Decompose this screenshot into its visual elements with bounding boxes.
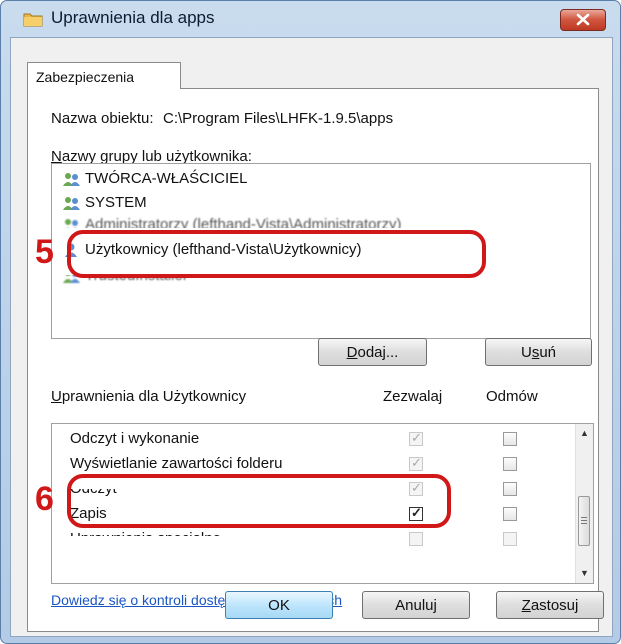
close-icon xyxy=(576,13,590,26)
permissions-header: Uprawnienia dla Użytkownicy xyxy=(51,388,247,405)
deny-checkbox[interactable] xyxy=(503,482,517,496)
tab-security[interactable]: Zabezpieczenia xyxy=(27,62,181,89)
object-name-value: C:\Program Files\LHFK-1.9.5\apps xyxy=(163,110,394,127)
group-name: TWÓRCA-WŁAŚCICIEL xyxy=(85,170,248,187)
window-title: Uprawnienia dla apps xyxy=(51,8,215,27)
deny-checkbox[interactable] xyxy=(503,507,517,521)
permission-name: Wyświetlanie zawartości folderu xyxy=(70,455,283,472)
annotation-number: 5 xyxy=(35,233,54,271)
permission-name: Uprawnienia specjalne xyxy=(70,530,221,547)
deny-checkbox[interactable] xyxy=(503,432,517,446)
scrollbar-thumb[interactable] xyxy=(578,496,590,546)
allow-checkbox[interactable]: ✓ xyxy=(409,455,423,471)
folder-icon xyxy=(23,13,43,27)
allow-checkbox[interactable] xyxy=(409,532,423,546)
list-item[interactable]: SYSTEM xyxy=(62,194,147,216)
users-icon xyxy=(63,173,80,187)
remove-button[interactable]: Usuń xyxy=(485,338,592,366)
cancel-button[interactable]: Anuluj xyxy=(362,591,470,619)
allow-column-header: Zezwalaj xyxy=(383,388,443,405)
permissions-scrollbar[interactable]: ▲ ▼ xyxy=(575,424,593,583)
dialog-client-area: Zabezpieczenia Nazwa obiektu: C:\Program… xyxy=(10,37,613,637)
close-button[interactable] xyxy=(560,9,606,31)
apply-button[interactable]: Zastosuj xyxy=(496,591,604,619)
add-button[interactable]: Dodaj... xyxy=(318,338,427,366)
group-name: SYSTEM xyxy=(85,194,147,211)
deny-checkbox[interactable] xyxy=(503,457,517,471)
permission-name: Odczyt i wykonanie xyxy=(70,430,200,447)
annotation-number: 6 xyxy=(35,480,54,518)
permissions-dialog: Uprawnienia dla apps Zabezpieczenia Nazw… xyxy=(0,0,621,644)
allow-checkbox[interactable]: ✓ xyxy=(409,430,423,446)
users-icon xyxy=(63,197,80,211)
permission-row: Uprawnienia specjalne xyxy=(52,527,572,552)
title-bar[interactable]: Uprawnienia dla apps xyxy=(1,1,620,35)
list-item[interactable]: TWÓRCA-WŁAŚCICIEL xyxy=(62,170,248,192)
scroll-down-icon[interactable]: ▼ xyxy=(580,568,589,578)
ok-button[interactable]: OK xyxy=(225,591,333,619)
annotation-box xyxy=(67,230,486,278)
permission-row: Odczyt i wykonanie ✓ xyxy=(52,427,572,452)
deny-column-header: Odmów xyxy=(486,388,538,405)
scroll-up-icon[interactable]: ▲ xyxy=(580,428,589,438)
deny-checkbox[interactable] xyxy=(503,532,517,546)
object-name-label: Nazwa obiektu: xyxy=(51,110,154,127)
annotation-box xyxy=(67,474,451,528)
